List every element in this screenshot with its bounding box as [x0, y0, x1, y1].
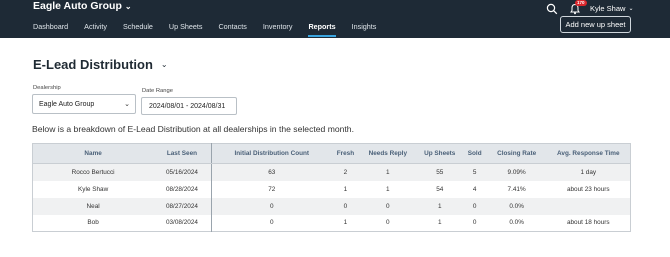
cell-initial-count: 0 [211, 197, 332, 215]
cell-last-seen: 08/27/2024 [153, 197, 212, 215]
col-up-sheets[interactable]: Up Sheets [416, 143, 463, 164]
col-closing-rate[interactable]: Closing Rate [486, 143, 547, 164]
dealership-select[interactable]: Eagle Auto Group ⌄ [32, 94, 136, 114]
cell-fresh[interactable]: 1 [331, 214, 359, 232]
cell-needs-reply[interactable]: 1 [358, 180, 417, 198]
report-description: Below is a breakdown of E-Lead Distribut… [32, 124, 354, 134]
cell-closing-rate: 7.41% [486, 180, 547, 198]
cell-needs-reply[interactable]: 1 [358, 163, 417, 181]
dealership-label: Dealership [33, 85, 61, 91]
brand-selector[interactable]: Eagle Auto Group ⌄ [33, 0, 132, 12]
cell-fresh: 0 [331, 197, 359, 215]
cell-fresh[interactable]: 1 [331, 180, 359, 198]
top-nav-bar: Eagle Auto Group ⌄ Dashboard Activity Sc… [0, 0, 670, 38]
nav-dashboard[interactable]: Dashboard [33, 22, 68, 32]
col-last-seen[interactable]: Last Seen [153, 143, 212, 164]
cell-closing-rate: 0.0% [486, 214, 547, 232]
col-sold[interactable]: Sold [462, 143, 487, 164]
nav-schedule[interactable]: Schedule [123, 22, 153, 32]
cell-fresh[interactable]: 2 [331, 163, 359, 181]
cell-name: Kyle Shaw [32, 180, 154, 198]
cell-last-seen: 03/08/2024 [153, 214, 212, 232]
col-needs-reply[interactable]: Needs Reply [358, 143, 417, 164]
col-initial-distribution[interactable]: Initial Distribution Count [211, 143, 332, 164]
notification-badge: 170 [575, 0, 587, 6]
add-up-sheet-button[interactable]: Add new up sheet [560, 16, 631, 33]
nav-inventory[interactable]: Inventory [263, 22, 293, 32]
cell-closing-rate: 9.09% [486, 163, 547, 181]
cell-sold: 0 [462, 214, 487, 232]
cell-name: Neal [32, 197, 154, 215]
date-range-input[interactable]: 2024/08/01 - 2024/08/31 [141, 97, 237, 115]
cell-avg-response: about 18 hours [546, 214, 631, 232]
chevron-down-icon: ⌄ [124, 1, 132, 11]
cell-up-sheets[interactable]: 1 [416, 214, 463, 232]
cell-last-seen: 05/16/2024 [153, 163, 212, 181]
cell-up-sheets[interactable]: 55 [416, 163, 463, 181]
cell-name: Bob [32, 214, 154, 232]
table-row: Bob 03/08/2024 0 1 0 1 0 0.0% about 18 h… [32, 214, 631, 232]
cell-up-sheets[interactable]: 54 [416, 180, 463, 198]
chevron-down-icon: ⌄ [628, 6, 634, 12]
user-menu[interactable]: Kyle Shaw ⌄ [590, 4, 633, 13]
user-name: Kyle Shaw [590, 4, 626, 13]
cell-sold[interactable]: 4 [462, 180, 487, 198]
page-title[interactable]: E-Lead Distribution ⌄ [33, 57, 168, 72]
col-fresh[interactable]: Fresh [331, 143, 359, 164]
nav-contacts[interactable]: Contacts [218, 22, 246, 32]
search-icon[interactable] [546, 3, 558, 15]
chevron-down-icon: ⌄ [124, 101, 130, 108]
cell-closing-rate: 0.0% [486, 197, 547, 215]
dealership-value: Eagle Auto Group [39, 100, 95, 108]
cell-avg-response: about 23 hours [546, 180, 631, 198]
cell-needs-reply: 0 [358, 197, 417, 215]
cell-initial-count: 72 [211, 180, 332, 198]
nav-up-sheets[interactable]: Up Sheets [169, 22, 203, 32]
cell-up-sheets[interactable]: 1 [416, 197, 463, 215]
col-avg-response[interactable]: Avg. Response Time [546, 143, 631, 164]
table-row: Neal 08/27/2024 0 0 0 1 0 0.0% [32, 197, 631, 215]
nav-activity[interactable]: Activity [84, 22, 107, 32]
cell-avg-response: 1 day [546, 163, 631, 181]
nav-insights[interactable]: Insights [352, 22, 377, 32]
date-range-label: Date Range [142, 88, 173, 94]
cell-avg-response [546, 197, 631, 215]
cell-sold: 0 [462, 197, 487, 215]
table-header-row: Name Last Seen Initial Distribution Coun… [32, 143, 631, 164]
page-title-text: E-Lead Distribution [33, 57, 153, 72]
cell-initial-count: 0 [211, 214, 332, 232]
table-row: Kyle Shaw 08/28/2024 72 1 1 54 4 7.41% a… [32, 180, 631, 198]
cell-initial-count: 63 [211, 163, 332, 181]
cell-needs-reply: 0 [358, 214, 417, 232]
distribution-table: Name Last Seen Initial Distribution Coun… [32, 143, 631, 232]
cell-sold[interactable]: 5 [462, 163, 487, 181]
cell-name: Rocco Bertucci [32, 163, 154, 181]
col-name[interactable]: Name [32, 143, 154, 164]
nav-reports[interactable]: Reports [308, 22, 336, 37]
brand-name: Eagle Auto Group [33, 0, 122, 12]
main-nav: Dashboard Activity Schedule Up Sheets Co… [33, 22, 392, 37]
cell-last-seen: 08/28/2024 [153, 180, 212, 198]
chevron-down-icon: ⌄ [160, 60, 168, 69]
table-row: Rocco Bertucci 05/16/2024 63 2 1 55 5 9.… [32, 163, 631, 181]
